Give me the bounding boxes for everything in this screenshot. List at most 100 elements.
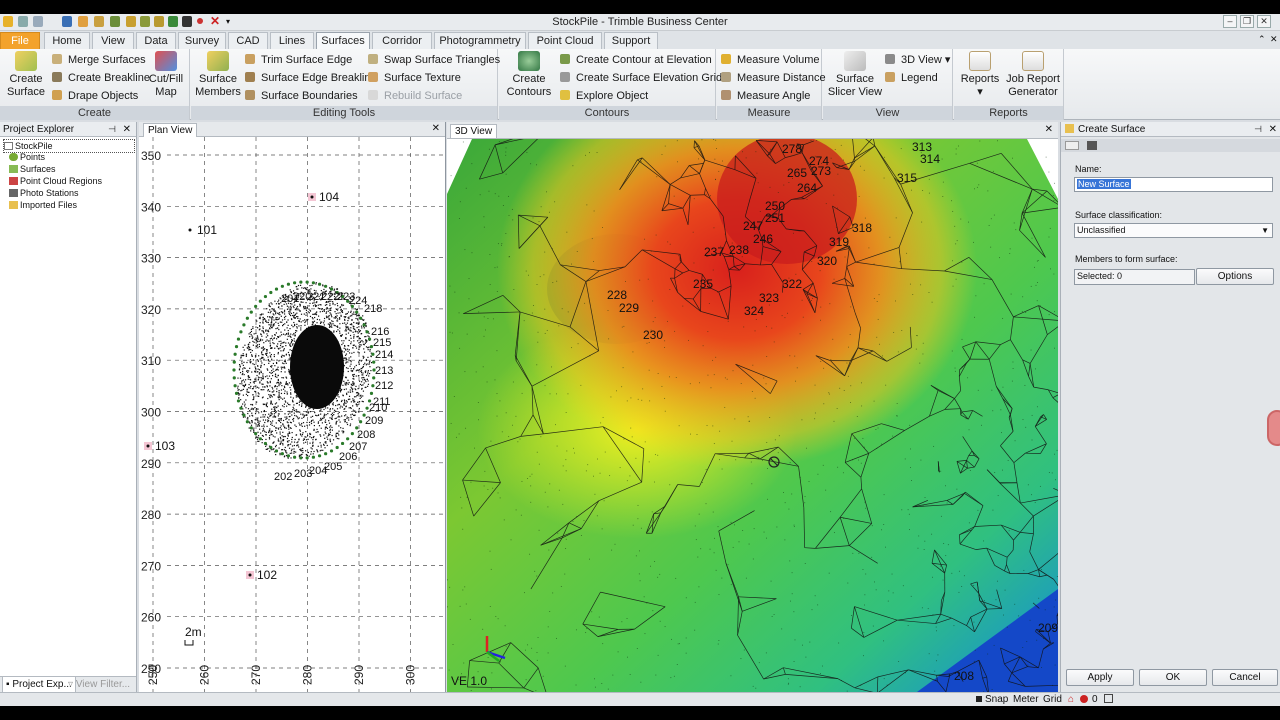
survey-point (341, 303, 343, 306)
pin-icon[interactable]: ⊣ (108, 122, 116, 137)
toolbar-icon[interactable] (1065, 141, 1079, 150)
3d-view-button[interactable]: 3D View ▾ (885, 52, 950, 68)
tab-view[interactable]: View (92, 32, 134, 49)
survey-point (316, 449, 318, 451)
drape-objects-button[interactable]: Drape Objects (52, 88, 138, 104)
surface-slicer-view-button[interactable]: Surface Slicer View (826, 51, 884, 99)
surface-point (923, 549, 925, 550)
surface-texture-button[interactable]: Surface Texture (368, 70, 461, 86)
survey-point (281, 325, 284, 327)
close-pane-icon[interactable]: ✕ (123, 122, 131, 137)
surface-point (524, 649, 526, 651)
job-report-generator-button[interactable]: Job Report Generator (1004, 51, 1062, 99)
trim-surface-edge-button[interactable]: Trim Surface Edge (245, 52, 352, 68)
surface-point (682, 305, 684, 307)
survey-point (350, 311, 352, 313)
surface-point (828, 393, 830, 395)
tab-cad[interactable]: CAD (228, 32, 268, 49)
apply-button[interactable]: Apply (1066, 669, 1134, 686)
tab-data[interactable]: Data (136, 32, 176, 49)
create-surface-elevation-grid-button[interactable]: Create Surface Elevation Grid (560, 70, 722, 86)
measure-angle-button[interactable]: Measure Angle (721, 88, 810, 104)
tree-item-photo-stations[interactable]: Photo Stations (9, 187, 79, 199)
tab-lines[interactable]: Lines (270, 32, 314, 49)
tree-item-imported-files[interactable]: Imported Files (9, 199, 77, 211)
tab-support[interactable]: Support (604, 32, 658, 49)
create-contours-button[interactable]: Create Contours (502, 51, 556, 99)
cut-fill-map-button[interactable]: Cut/Fill Map (144, 51, 188, 99)
boundary-point (359, 316, 363, 320)
surface-members-button[interactable]: Surface Members (194, 51, 242, 99)
surface-point (464, 371, 466, 373)
measure-distance-button[interactable]: Measure Distance (721, 70, 826, 86)
survey-point (261, 434, 264, 437)
tab-point-cloud[interactable]: Point Cloud (528, 32, 602, 49)
legend-button[interactable]: Legend (885, 70, 938, 86)
view-filter-input[interactable]: ▿ View Filter... (68, 677, 130, 693)
rebuild-surface-button[interactable]: Rebuild Surface (368, 88, 462, 104)
survey-point (319, 319, 321, 321)
ok-button[interactable]: OK (1139, 669, 1207, 686)
create-surface-button[interactable]: Create Surface (3, 51, 49, 99)
classification-select[interactable]: Unclassified ▼ (1074, 223, 1273, 238)
minimize-button[interactable]: – (1223, 15, 1237, 28)
pin-icon[interactable]: ⊣ (1254, 122, 1262, 137)
toolbar-icon[interactable] (1087, 141, 1097, 150)
tab-3d-view[interactable]: 3D View (450, 124, 498, 138)
merge-surfaces-button[interactable]: Merge Surfaces (52, 52, 146, 68)
survey-point (282, 442, 284, 445)
tab-corridor[interactable]: Corridor (372, 32, 432, 49)
side-tab-icon[interactable] (1267, 410, 1280, 446)
surface-boundaries-button[interactable]: Surface Boundaries (245, 88, 358, 104)
3d-view-pane[interactable]: 3D View ✕ 313 314 315 278 274 273 265 26… (447, 122, 1058, 692)
surface-point (1053, 273, 1055, 275)
tab-photogrammetry[interactable]: Photogrammetry (434, 32, 526, 49)
surface-point (830, 358, 832, 360)
survey-point (262, 354, 264, 356)
units-indicator[interactable]: Meter (1013, 693, 1039, 706)
survey-point (255, 342, 257, 344)
close-pane-icon[interactable]: ✕ (1269, 122, 1277, 137)
survey-point (309, 302, 311, 305)
reports-button[interactable]: Reports ▾ (958, 51, 1002, 99)
tab-file[interactable]: File (0, 32, 40, 49)
swap-surface-triangles-button[interactable]: Swap Surface Triangles (368, 52, 500, 68)
surface-edge-breakline-button[interactable]: Surface Edge Breakline (245, 70, 377, 86)
measure-volume-button[interactable]: Measure Volume (721, 52, 820, 68)
surface-point (565, 470, 567, 472)
surface-point (496, 415, 498, 417)
surface-point (643, 596, 645, 598)
tab-surfaces[interactable]: Surfaces (316, 32, 370, 50)
tab-survey[interactable]: Survey (178, 32, 226, 49)
tree-item-point-cloud-regions[interactable]: Point Cloud Regions (9, 175, 102, 187)
explore-object-button[interactable]: Explore Object (560, 88, 648, 104)
survey-point (334, 325, 336, 327)
survey-point (269, 390, 271, 392)
create-contour-at-elevation-button[interactable]: Create Contour at Elevation (560, 52, 712, 68)
grid-toggle[interactable]: Grid (1043, 693, 1062, 706)
snap-toggle[interactable]: Snap (976, 693, 1008, 706)
close-view-icon[interactable]: ✕ (1045, 124, 1053, 135)
surface-point (748, 543, 750, 545)
survey-point (285, 332, 288, 335)
tree-item-surfaces[interactable]: Surfaces (9, 163, 56, 175)
tree-item-points[interactable]: Points (9, 151, 45, 163)
boundary-point (362, 323, 366, 327)
close-button[interactable]: ✕ (1257, 15, 1271, 28)
surface-point (912, 294, 914, 295)
options-button[interactable]: Options (1196, 268, 1274, 285)
create-breakline-button[interactable]: Create Breakline (52, 70, 150, 86)
survey-point (323, 317, 326, 320)
plan-view-pane[interactable]: Plan View ✕ 350 340 330 320 310 300 290 280 270 2… (139, 122, 446, 692)
cancel-button[interactable]: Cancel (1212, 669, 1278, 686)
collapse-ribbon-icon[interactable]: ✕ (1270, 34, 1278, 45)
surface-point (849, 334, 851, 336)
surface-point (603, 500, 605, 502)
surface-point (940, 515, 942, 517)
maximize-button[interactable]: ❐ (1240, 15, 1254, 28)
survey-point (259, 420, 261, 422)
tab-home[interactable]: Home (44, 32, 90, 49)
help-icon[interactable]: ⌃ (1258, 34, 1266, 45)
name-input[interactable]: New Surface (1074, 177, 1273, 192)
properties-icon[interactable] (1104, 694, 1113, 703)
